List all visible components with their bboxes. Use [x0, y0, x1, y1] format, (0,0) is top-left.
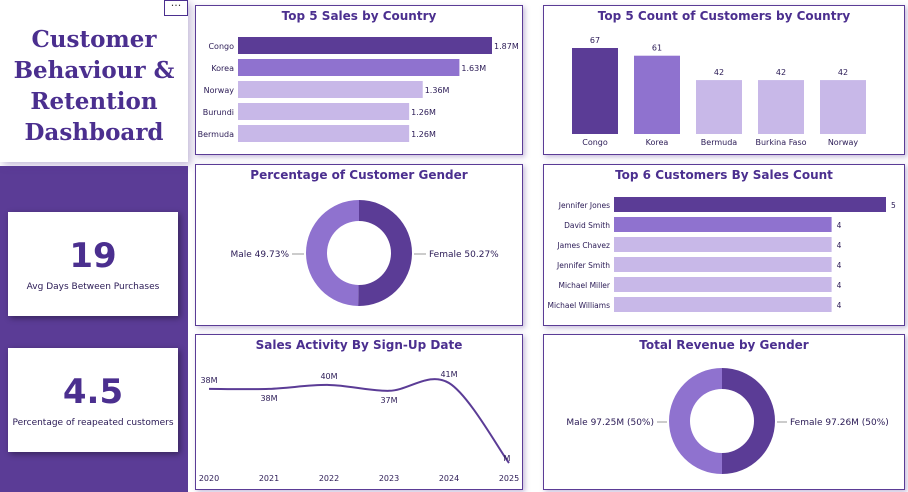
data-label: 41M	[440, 370, 457, 379]
more-options-button[interactable]: ···	[164, 0, 188, 16]
data-label: 42	[838, 68, 848, 77]
data-label: 61	[652, 44, 662, 53]
x-tick-label: 2020	[199, 474, 219, 483]
data-label: 4	[837, 281, 842, 290]
title-card: Customer Behaviour & Retention Dashboard…	[0, 0, 188, 162]
data-label: 37M	[380, 396, 397, 405]
x-tick-label: 2024	[439, 474, 459, 483]
gender-donut-chart: Female 50.27% Male 49.73%	[231, 200, 499, 306]
kpi-value: 4.5	[62, 372, 124, 412]
donut-slice	[306, 200, 359, 306]
x-tick-label: 2023	[379, 474, 399, 483]
bar	[614, 257, 832, 272]
data-label: 4	[837, 301, 842, 310]
bar	[634, 55, 680, 134]
panel-revenue-gender[interactable]: Total Revenue by Gender Female 97.26M (5…	[543, 334, 905, 490]
category-label: David Smith	[564, 221, 610, 230]
data-label: 1.87M	[494, 42, 519, 51]
data-label: 42	[714, 68, 724, 77]
category-label: Jennifer Smith	[556, 261, 610, 270]
series-line	[208, 378, 510, 464]
bar	[758, 80, 804, 134]
top6-customers-chart: Jennifer Jones 5 David Smith 4 James Chavez 4…	[547, 197, 896, 312]
slice-label: Male 97.25M (50%)	[566, 418, 654, 428]
panel-gender-percentage[interactable]: Percentage of Customer Gender Female 50.…	[195, 164, 523, 326]
bar	[696, 80, 742, 134]
bar	[238, 37, 492, 54]
x-tick-label: 2021	[259, 474, 279, 483]
bar	[614, 217, 832, 232]
data-label: 67	[590, 36, 600, 45]
category-label: Korea	[646, 138, 669, 147]
category-label: Jennifer Jones	[558, 201, 610, 210]
data-label: 5	[891, 201, 896, 210]
panel-top6-customers[interactable]: Top 6 Customers By Sales Count Jennifer …	[543, 164, 905, 326]
donut-slice	[669, 368, 722, 474]
donut-slice	[721, 368, 775, 474]
category-label: Congo	[582, 138, 608, 147]
category-label: Burundi	[203, 108, 234, 117]
title-line-2: Behaviour &	[13, 57, 175, 84]
data-label: 38M	[260, 394, 277, 403]
category-label: Norway	[828, 138, 859, 147]
category-label: Michael Williams	[547, 301, 610, 310]
data-label: 4	[837, 241, 842, 250]
slice-label: Male 49.73%	[231, 250, 290, 260]
data-label: 42	[776, 68, 786, 77]
data-label: 4	[837, 261, 842, 270]
category-label: Norway	[204, 86, 235, 95]
slice-label: Female 50.27%	[429, 250, 499, 260]
bar	[614, 237, 832, 252]
x-tick-label: 2022	[319, 474, 339, 483]
data-label: 38M	[200, 376, 217, 385]
panel-top5-sales[interactable]: Top 5 Sales by Country Congo 1.87M Korea 1.…	[195, 5, 523, 155]
dashboard-title: Customer Behaviour & Retention Dashboard	[0, 24, 188, 148]
kpi-label: Percentage of reapeated customers	[12, 418, 174, 428]
top5-sales-chart: Congo 1.87M Korea 1.63M Norway 1.36M Burundi 1.…	[198, 37, 519, 142]
category-label: Michael Miller	[558, 281, 610, 290]
bar	[238, 59, 460, 76]
category-label: Congo	[208, 42, 234, 51]
x-tick-label: 2025	[499, 474, 519, 483]
data-label: 1.63M	[461, 64, 486, 73]
slice-label: Female 97.26M (50%)	[790, 418, 889, 428]
category-label: Bermuda	[701, 138, 738, 147]
kpi-card-avg-days[interactable]: 19 Avg Days Between Purchases	[8, 212, 178, 316]
bar	[614, 197, 886, 212]
bar	[238, 81, 423, 98]
category-label: James Chavez	[556, 241, 610, 250]
data-label: M	[504, 454, 511, 463]
data-label: 1.26M	[411, 130, 436, 139]
data-label: 40M	[320, 372, 337, 381]
panel-sales-activity[interactable]: Sales Activity By Sign-Up Date 38M 2020 38…	[195, 334, 523, 490]
kpi-label: Avg Days Between Purchases	[26, 282, 160, 292]
donut-slice	[358, 200, 413, 306]
category-label: Burkina Faso	[755, 138, 806, 147]
bar	[820, 80, 866, 134]
bar	[614, 277, 832, 292]
bar	[572, 48, 618, 134]
category-label: Bermuda	[198, 130, 235, 139]
title-line-1: Customer	[31, 26, 157, 53]
title-line-3: Retention	[30, 88, 158, 115]
kpi-card-repeat-customers[interactable]: 4.5 Percentage of reapeated customers	[8, 348, 178, 452]
data-label: 4	[837, 221, 842, 230]
category-label: Korea	[211, 64, 234, 73]
bar	[238, 103, 410, 120]
panel-top5-customers[interactable]: Top 5 Count of Customers by Country 67 Co…	[543, 5, 905, 155]
title-line-4: Dashboard	[24, 119, 164, 146]
data-label: 1.26M	[411, 108, 436, 117]
bar	[238, 125, 410, 142]
top5-customers-chart: 67 Congo 61 Korea 42 Bermuda 42 Burkina Faso 42 N…	[572, 36, 866, 147]
sales-activity-chart: 38M 2020 38M 2021 40M 2022 37M 2023 41M 2024 M 2025	[199, 370, 519, 483]
data-label: 1.36M	[425, 86, 450, 95]
revenue-donut-chart: Female 97.26M (50%) Male 97.25M (50%)	[566, 368, 889, 474]
bar	[614, 297, 832, 312]
kpi-value: 19	[69, 236, 117, 276]
